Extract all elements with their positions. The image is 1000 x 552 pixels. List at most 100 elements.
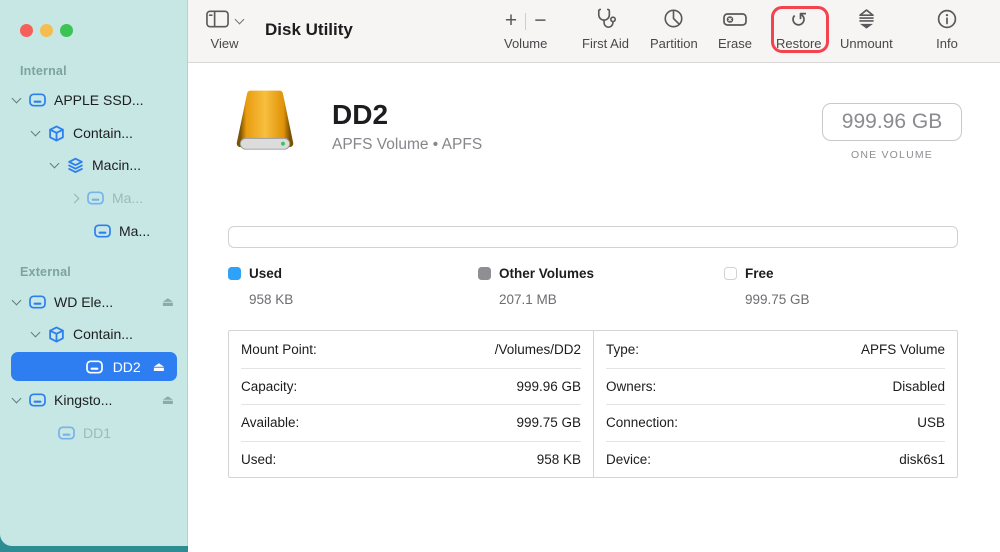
legend-free: Free 999.75 GB <box>724 265 810 307</box>
volume-title: DD2 <box>332 99 482 131</box>
legend-used: Used 958 KB <box>228 265 293 307</box>
row-label: Mount Point: <box>241 342 317 357</box>
legend-label: Free <box>745 266 774 281</box>
minimize-button[interactable] <box>40 24 53 37</box>
drive-icon <box>29 93 46 107</box>
sidebar-section-internal: Internal <box>20 64 67 78</box>
container-icon <box>48 125 65 142</box>
row-label: Used: <box>241 452 276 467</box>
other-volumes-swatch <box>478 267 491 280</box>
chevron-down-icon[interactable] <box>50 159 60 169</box>
divider <box>525 13 526 30</box>
volume-label: Volume <box>504 36 547 51</box>
row-value: /Volumes/DD2 <box>495 342 581 357</box>
view-button[interactable]: View <box>206 7 243 51</box>
main-content: DD2 APFS Volume • APFS 999.96 GB ONE VOL… <box>188 63 1000 552</box>
stethoscope-icon <box>593 6 618 36</box>
container-icon <box>48 326 65 343</box>
sidebar-item-label: DD1 <box>83 425 111 441</box>
legend-other-volumes: Other Volumes 207.1 MB <box>478 265 594 307</box>
drive-icon <box>87 191 104 205</box>
eject-icon[interactable]: ⏏ <box>162 392 174 408</box>
sidebar-item-macintosh[interactable]: Macin... <box>0 151 188 179</box>
sidebar-item-label: Ma... <box>119 223 150 239</box>
row-label: Device: <box>606 452 651 467</box>
unmount-button[interactable]: Unmount <box>840 7 893 51</box>
legend-value: 207.1 MB <box>499 292 594 307</box>
info-button[interactable]: Info <box>936 7 958 51</box>
table-row: Owners:Disabled <box>606 368 945 405</box>
unmount-label: Unmount <box>840 36 893 51</box>
table-row: Used: 958 KB <box>241 441 581 478</box>
sidebar-item-apple-ssd[interactable]: APPLE SSD... <box>0 86 188 114</box>
sidebar-item-kingston[interactable]: Kingsto... ⏏ <box>0 386 188 414</box>
disk-utility-window: Internal APPLE SSD... Contain... <box>0 0 1000 552</box>
eject-icon[interactable]: ⏏ <box>153 359 165 375</box>
first-aid-label: First Aid <box>582 36 629 51</box>
sidebar-item-macintosh-data[interactable]: Ma... <box>0 217 188 245</box>
sidebar-item-label: APPLE SSD... <box>54 92 143 108</box>
eject-icon[interactable]: ⏏ <box>162 294 174 310</box>
capacity-badge: 999.96 GB <box>822 103 962 141</box>
details-right-column: Type:APFS Volume Owners:Disabled Connect… <box>593 331 957 477</box>
chevron-down-icon[interactable] <box>12 94 22 104</box>
chevron-right-icon[interactable] <box>70 193 80 203</box>
chevron-down-icon[interactable] <box>12 296 22 306</box>
sidebar-item-label: DD2 <box>113 359 141 375</box>
info-icon <box>936 8 958 35</box>
sidebar: Internal APPLE SSD... Contain... <box>0 0 188 552</box>
sidebar-item-container-internal[interactable]: Contain... <box>0 119 188 147</box>
volume-buttons: + − Volume <box>504 7 547 51</box>
row-label: Available: <box>241 415 299 430</box>
sidebar-item-label: Macin... <box>92 157 141 173</box>
sidebar-item-container-external[interactable]: Contain... <box>0 320 188 348</box>
first-aid-button[interactable]: First Aid <box>582 7 629 51</box>
row-value: USB <box>917 415 945 430</box>
details-left-column: Mount Point: /Volumes/DD2 Capacity:999.96… <box>229 331 593 477</box>
remove-volume-button[interactable]: − <box>534 11 546 31</box>
sidebar-item-macintosh-hd[interactable]: Ma... <box>0 184 188 212</box>
orange-drive-icon <box>228 86 302 167</box>
row-label: Owners: <box>606 379 656 394</box>
legend-label: Used <box>249 266 282 281</box>
table-row: Available:999.75 GB <box>241 404 581 441</box>
close-button[interactable] <box>20 24 33 37</box>
row-label: Connection: <box>606 415 678 430</box>
chevron-down-icon[interactable] <box>31 127 41 137</box>
used-swatch <box>228 267 241 280</box>
info-label: Info <box>936 36 958 51</box>
sidebar-item-dd1[interactable]: DD1 <box>0 419 188 447</box>
erase-drive-icon <box>721 7 749 36</box>
drive-icon <box>29 295 46 309</box>
chevron-down-icon[interactable] <box>12 394 22 404</box>
add-volume-button[interactable]: + <box>505 11 517 31</box>
sidebar-item-label: Ma... <box>112 190 143 206</box>
row-value: disk6s1 <box>899 452 945 467</box>
sidebar-item-label: WD Ele... <box>54 294 113 310</box>
drive-icon <box>86 360 103 374</box>
table-row: Capacity:999.96 GB <box>241 368 581 405</box>
capacity-note: ONE VOLUME <box>822 149 962 161</box>
partition-button[interactable]: Partition <box>650 7 698 51</box>
table-row: Connection: USB <box>606 404 945 441</box>
sidebar-item-dd2-selected[interactable]: DD2 ⏏ <box>11 352 177 381</box>
row-value: 958 KB <box>537 452 581 467</box>
free-swatch <box>724 267 737 280</box>
erase-button[interactable]: Erase <box>718 7 752 51</box>
toolbar: View Disk Utility + − Volume <box>188 0 1000 63</box>
chevron-down-icon[interactable] <box>31 328 41 338</box>
zoom-button[interactable] <box>60 24 73 37</box>
legend-value: 958 KB <box>249 292 293 307</box>
drive-icon <box>29 393 46 407</box>
sidebar-item-wd-elements[interactable]: WD Ele... ⏏ <box>0 288 188 316</box>
sidebar-item-label: Contain... <box>73 125 133 141</box>
usage-bar <box>228 226 958 248</box>
legend-value: 999.75 GB <box>745 292 810 307</box>
table-row: Type:APFS Volume <box>606 331 945 368</box>
volume-group-icon <box>67 157 84 174</box>
volume-subtitle: APFS Volume • APFS <box>332 136 482 154</box>
sidebar-panel: Internal APPLE SSD... Contain... <box>0 0 188 546</box>
sidebar-item-label: Contain... <box>73 326 133 342</box>
window-title: Disk Utility <box>265 20 353 40</box>
unmount-icon <box>855 7 878 35</box>
